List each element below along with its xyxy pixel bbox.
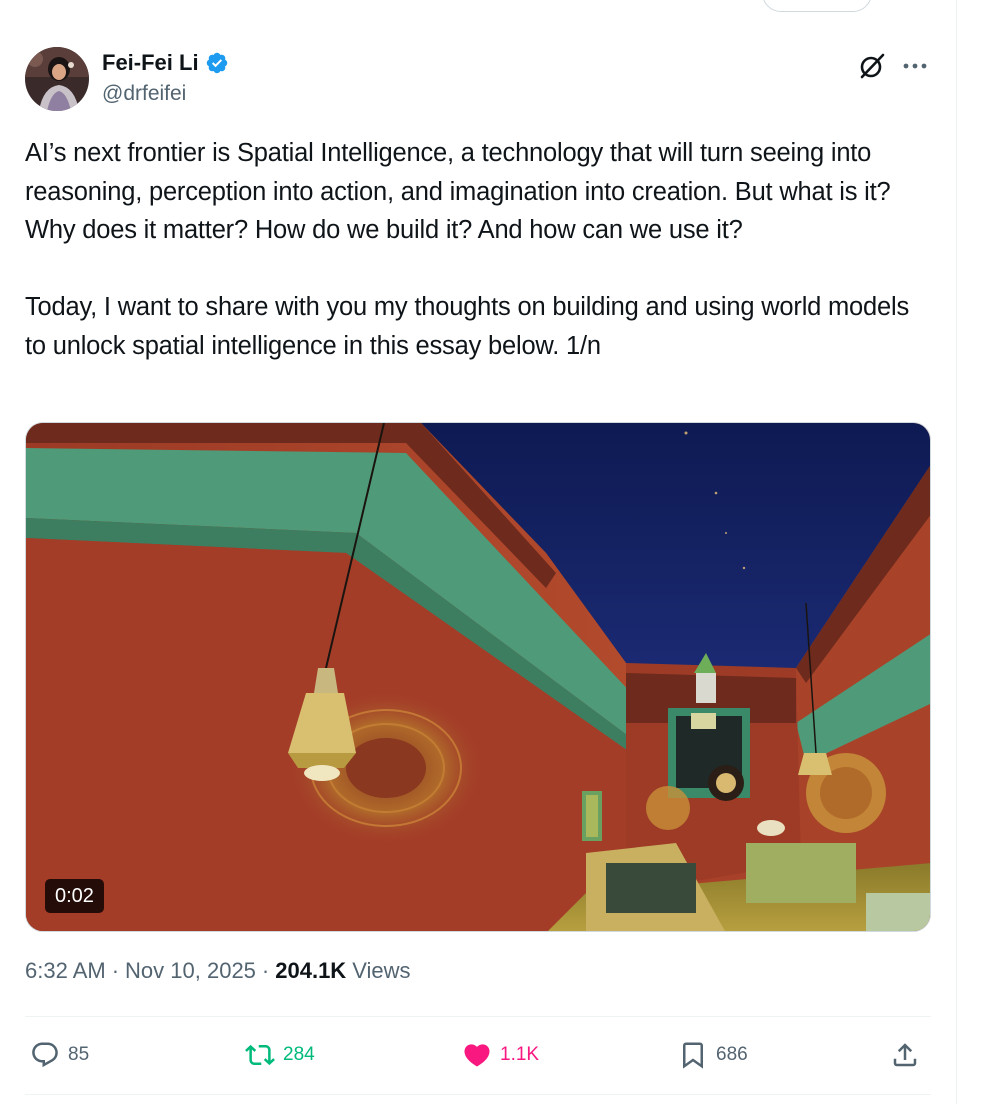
tweet-paragraph-2: Today, I want to share with you my thoug… — [25, 293, 910, 360]
grok-icon[interactable] — [857, 52, 887, 80]
tweet-paragraph-1: AI’s next frontier is Spatial Intelligen… — [25, 139, 891, 244]
reply-button[interactable]: 85 — [30, 1038, 89, 1072]
heart-icon — [464, 1044, 490, 1067]
tweet-text: AI’s next frontier is Spatial Intelligen… — [25, 134, 935, 365]
divider — [25, 1094, 931, 1095]
share-icon — [893, 1043, 917, 1067]
views-label: Views — [352, 958, 411, 983]
tweet-time[interactable]: 6:32 AM — [25, 958, 106, 984]
video-player[interactable] — [25, 422, 931, 932]
verified-badge-icon — [206, 52, 227, 74]
tweet-meta: 6:32 AM · Nov 10, 2025 · 204.1K Views — [25, 958, 411, 984]
bookmark-icon — [683, 1042, 703, 1069]
top-action-pill[interactable] — [762, 0, 872, 12]
retweet-button[interactable]: 284 — [245, 1038, 315, 1072]
author-name[interactable]: Fei-Fei Li — [102, 50, 229, 76]
divider — [25, 1016, 931, 1017]
meta-separator: · — [261, 958, 270, 983]
author-name-text: Fei-Fei Li — [102, 50, 199, 75]
reply-count: 85 — [68, 1044, 90, 1065]
retweet-count: 284 — [283, 1044, 315, 1065]
bookmark-count: 686 — [716, 1044, 748, 1065]
like-button[interactable]: 1.1K — [462, 1038, 539, 1072]
column-border — [956, 0, 957, 1104]
reply-icon — [32, 1042, 58, 1068]
meta-separator: · — [111, 958, 120, 983]
retweet-icon — [245, 1044, 275, 1066]
bookmark-button[interactable]: 686 — [678, 1038, 748, 1072]
share-button[interactable] — [890, 1038, 920, 1072]
more-options-icon[interactable] — [900, 54, 930, 78]
avatar[interactable] — [25, 47, 89, 111]
tweet-date[interactable]: Nov 10, 2025 — [125, 958, 256, 984]
like-count: 1.1K — [500, 1044, 540, 1065]
video-thumbnail — [26, 423, 930, 931]
avatar-photo-icon — [25, 47, 89, 111]
video-duration-badge: 0:02 — [45, 879, 104, 913]
author-handle[interactable]: @drfeifei — [102, 82, 186, 106]
tweet-detail: Fei-Fei Li @drfeifei AI’s next frontier … — [0, 0, 988, 1104]
views-count: 204.1K — [275, 958, 347, 983]
